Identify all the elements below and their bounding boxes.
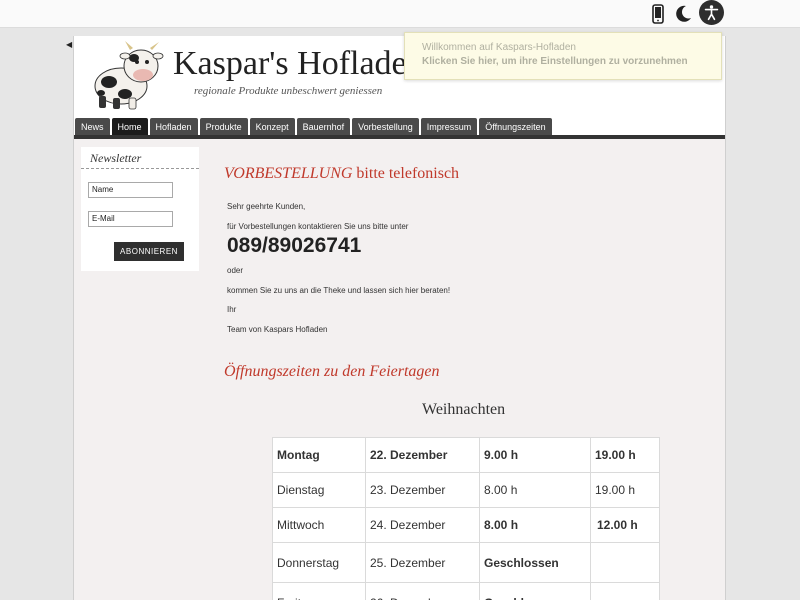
date-cell: 26. Dezember: [365, 582, 480, 600]
opening-cell: 8.00 h: [479, 472, 591, 508]
newsletter-name-field[interactable]: Name: [88, 182, 173, 198]
table-row: Montag 22. Dezember 9.00 h 19.00 h: [272, 437, 660, 473]
nav-item-oeffnungszeiten[interactable]: Öffnungszeiten: [479, 118, 552, 136]
closing-cell: 19.00 h: [590, 472, 660, 508]
date-cell: 24. Dezember: [365, 507, 480, 543]
preorder-heading: VORBESTELLUNG bitte telefonisch: [224, 165, 459, 183]
table-row: Freitag 26. Dezember Geschlossen: [272, 582, 660, 600]
holiday-hours-table: Montag 22. Dezember 9.00 h 19.00 h Diens…: [272, 437, 660, 600]
cow-logo-image[interactable]: [87, 38, 165, 110]
day-cell: Dienstag: [272, 472, 366, 508]
date-cell: 23. Dezember: [365, 472, 480, 508]
day-cell: Donnerstag: [272, 542, 366, 583]
preorder-heading-italic: VORBESTELLUNG: [224, 165, 353, 182]
day-cell: Montag: [272, 437, 366, 473]
preorder-heading-rest: bitte telefonisch: [352, 165, 460, 182]
closing-cell: [590, 582, 660, 600]
main-navigation: News Home Hofladen Produkte Konzept Baue…: [75, 118, 554, 136]
preorder-line1: für Vorbestellungen kontaktieren Sie uns…: [227, 222, 409, 231]
main-content: VORBESTELLUNG bitte telefonisch Sehr gee…: [224, 139, 714, 600]
nav-item-produkte[interactable]: Produkte: [199, 118, 248, 136]
newsletter-widget: Newsletter Name E-Mail ABONNIEREN: [81, 147, 199, 271]
opening-cell: Geschlossen: [479, 542, 591, 583]
table-row: Donnerstag 25. Dezember Geschlossen: [272, 542, 660, 583]
nav-item-vorbestellung[interactable]: Vorbestellung: [352, 118, 419, 136]
day-cell: Mittwoch: [272, 507, 366, 543]
collapse-left-arrow-icon[interactable]: ◀: [66, 40, 72, 49]
site-tagline: regionale Produkte unbeschwert geniessen: [194, 85, 383, 97]
newsletter-divider: [81, 168, 199, 169]
nav-item-konzept[interactable]: Konzept: [249, 118, 295, 136]
accessibility-icon[interactable]: [699, 0, 724, 25]
site-title[interactable]: Kaspar's Hofladen: [173, 45, 424, 83]
mobile-phone-icon[interactable]: [645, 1, 671, 27]
newsletter-title: Newsletter: [90, 151, 142, 165]
nav-item-hofladen[interactable]: Hofladen: [149, 118, 198, 136]
opening-cell: 8.00 h: [479, 507, 591, 543]
holiday-hours-heading: Öffnungszeiten zu den Feiertagen: [224, 363, 440, 380]
content-area: Newsletter Name E-Mail ABONNIEREN VORBES…: [74, 139, 725, 600]
opening-cell: 9.00 h: [479, 437, 591, 473]
nav-item-impressum[interactable]: Impressum: [420, 118, 478, 136]
opening-cell: Geschlossen: [479, 582, 591, 600]
subscribe-button[interactable]: ABONNIEREN: [114, 242, 184, 261]
christmas-subheading: Weihnachten: [422, 401, 506, 418]
day-cell: Freitag: [272, 582, 366, 600]
closing-cell: 12.00 h: [590, 507, 660, 543]
nav-item-news[interactable]: News: [75, 118, 110, 136]
table-row: Mittwoch 24. Dezember 8.00 h 12.00 h: [272, 507, 660, 543]
date-cell: 25. Dezember: [365, 542, 480, 583]
closing-cell: [590, 542, 660, 583]
nav-item-bauernhof[interactable]: Bauernhof: [296, 118, 351, 136]
closing-cell: 19.00 h: [590, 437, 660, 473]
preorder-team: Team von Kaspars Hofladen: [227, 325, 328, 334]
table-row: Dienstag 23. Dezember 8.00 h 19.00 h: [272, 472, 660, 508]
preorder-greeting: Sehr geehrte Kunden,: [227, 202, 306, 211]
top-toolbar: [0, 0, 800, 28]
cookie-settings-link[interactable]: Klicken Sie hier, um ihre Einstellungen …: [422, 56, 688, 67]
preorder-yours: Ihr: [227, 305, 237, 314]
date-cell: 22. Dezember: [365, 437, 480, 473]
phone-number: 089/89026741: [227, 234, 362, 257]
page-container: Kaspar's Hofladen regionale Produkte unb…: [73, 36, 726, 600]
newsletter-email-field[interactable]: E-Mail: [88, 211, 173, 227]
moon-icon[interactable]: [670, 1, 696, 27]
nav-item-home[interactable]: Home: [111, 118, 148, 136]
cookie-welcome-text: Willkommen auf Kaspars-Hofladen: [422, 42, 576, 53]
preorder-or: oder: [227, 266, 244, 275]
cookie-settings-banner[interactable]: Willkommen auf Kaspars-Hofladen Klicken …: [404, 32, 722, 80]
preorder-line2: kommen Sie zu uns an die Theke und lasse…: [227, 286, 451, 295]
